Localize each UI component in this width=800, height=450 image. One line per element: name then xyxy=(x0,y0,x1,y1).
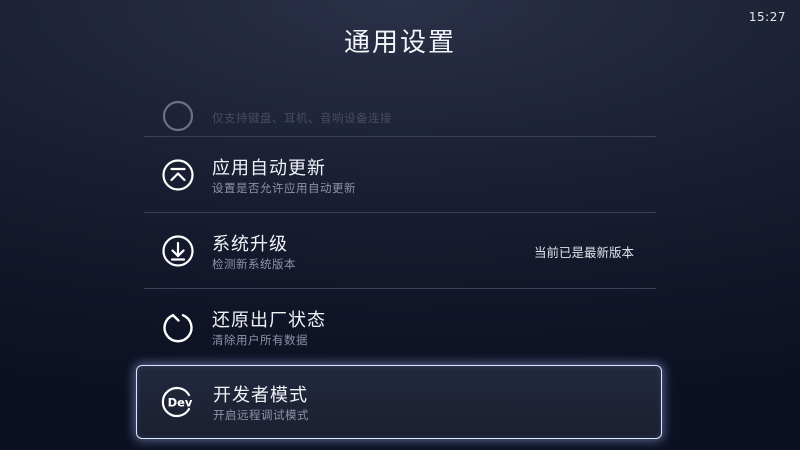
settings-item-description: 检测新系统版本 xyxy=(212,257,296,271)
settings-item-label: 应用自动更新 xyxy=(212,158,326,179)
list-divider xyxy=(144,136,656,137)
settings-item-label: 开发者模式 xyxy=(213,385,308,406)
system-upgrade-icon xyxy=(161,234,195,268)
settings-item-factory-reset[interactable]: 还原出厂状态 清除用户所有数据 xyxy=(144,289,656,365)
list-divider xyxy=(144,288,656,289)
settings-item-label: 系统升级 xyxy=(212,234,288,255)
page-title: 通用设置 xyxy=(343,28,456,58)
settings-item-description: 开启远程调试模式 xyxy=(213,408,309,422)
settings-item-system-upgrade[interactable]: 系统升级 检测新系统版本 当前已是最新版本 xyxy=(144,213,656,289)
settings-item-developer-mode[interactable]: Dev 开发者模式 开启远程调试模式 xyxy=(136,365,662,439)
settings-item-app-update[interactable]: 应用自动更新 设置是否允许应用自动更新 xyxy=(144,137,656,213)
settings-item-description: 清除用户所有数据 xyxy=(212,333,308,347)
bluetooth-device-icon xyxy=(161,99,195,133)
settings-item-label: 还原出厂状态 xyxy=(212,310,326,331)
factory-reset-icon xyxy=(161,310,195,344)
developer-mode-icon: Dev xyxy=(161,385,195,419)
app-update-icon xyxy=(161,158,195,192)
settings-item-description: 设置是否允许应用自动更新 xyxy=(212,181,356,195)
settings-item-description: 仅支持键盘、耳机、音响设备连接 xyxy=(212,111,392,125)
upgrade-status-text: 当前已是最新版本 xyxy=(533,245,634,260)
list-divider xyxy=(144,212,656,213)
svg-text:Dev: Dev xyxy=(168,396,193,410)
